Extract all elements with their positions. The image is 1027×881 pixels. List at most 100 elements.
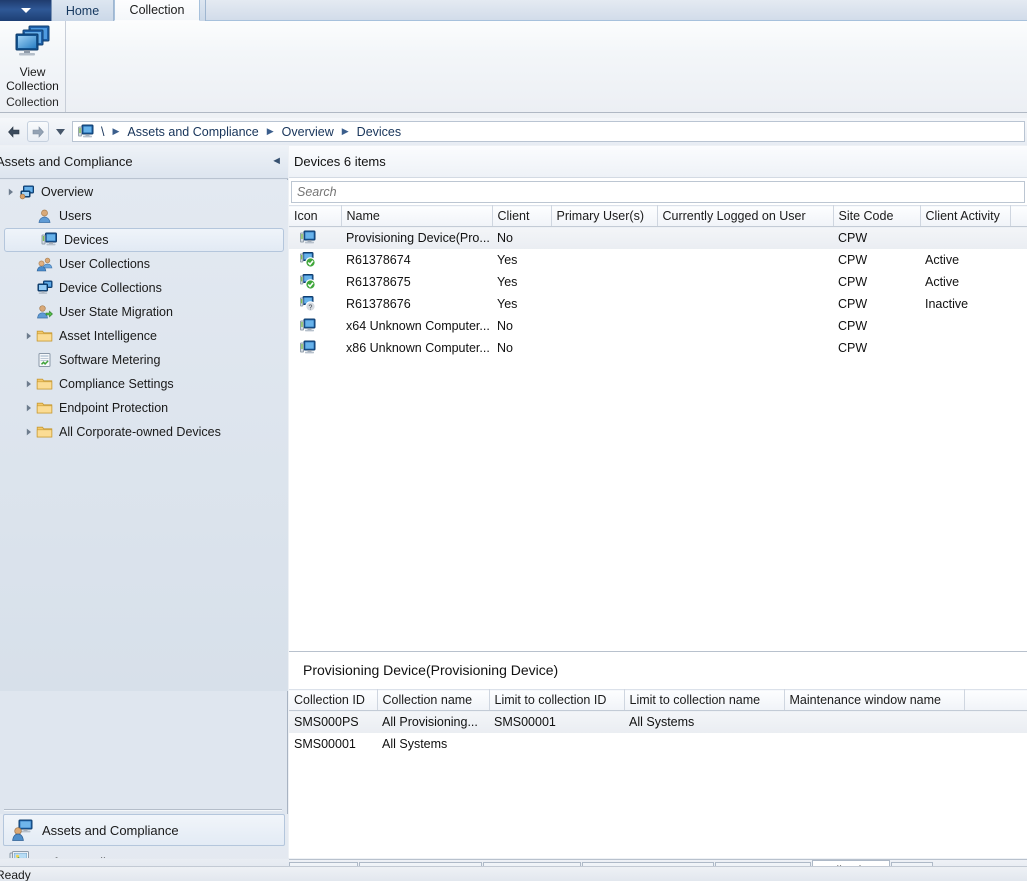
sidebar-tree-item-devices[interactable]: Devices xyxy=(4,228,284,252)
status-bar-text: Ready xyxy=(0,868,31,881)
expand-triangle-icon[interactable] xyxy=(22,332,36,340)
sidebar-divider xyxy=(4,809,282,811)
device-query-icon: ? xyxy=(289,293,341,315)
collections-grid: Collection IDCollection nameLimit to col… xyxy=(289,689,1027,755)
devices-grid-row[interactable]: R61378674YesCPWActive xyxy=(289,249,1027,271)
devices-grid-cell: CPW xyxy=(833,271,920,293)
devices-grid-row[interactable]: x86 Unknown Computer...No CPW xyxy=(289,337,1027,359)
breadcrumb-item-devices[interactable]: Devices xyxy=(354,125,404,139)
search-input[interactable] xyxy=(292,183,1024,201)
breadcrumb[interactable]: \ ▶ Assets and Compliance ▶ Overview ▶ D… xyxy=(72,121,1025,142)
devices-grid-cell: R61378675 xyxy=(341,271,492,293)
devices-grid-cell: CPW xyxy=(833,337,920,359)
sidebar-tree-item-label: Users xyxy=(59,209,92,223)
ribbon-tab-collection[interactable]: Collection xyxy=(114,0,200,21)
arrow-left-icon xyxy=(6,125,22,139)
devices-grid-column-header[interactable]: Client xyxy=(492,206,551,227)
collections-grid-column-header[interactable] xyxy=(964,690,1027,711)
sidebar-tree-item-endpoint-protection[interactable]: Endpoint Protection xyxy=(0,396,288,420)
chevron-right-icon: ▶ xyxy=(112,126,119,137)
devices-grid-cell: CPW xyxy=(833,293,920,315)
application-menu-button[interactable] xyxy=(0,0,52,21)
devices-grid-cell xyxy=(920,315,1010,337)
devices-grid-container: IconNameClientPrimary User(s)Currently L… xyxy=(289,205,1027,359)
sidebar-tree-item-users[interactable]: Users xyxy=(0,204,288,228)
workspace-button-assets-and-compliance[interactable]: Assets and Compliance xyxy=(3,814,285,846)
devices-grid-cell: No xyxy=(492,227,551,249)
devices-grid-cell: R61378676 xyxy=(341,293,492,315)
sidebar-tree-item-label: Endpoint Protection xyxy=(59,401,168,415)
devices-grid-row[interactable]: Provisioning Device(Pro...NoCPW xyxy=(289,227,1027,249)
chevron-left-icon[interactable]: ◄ xyxy=(271,155,282,167)
sidebar-tree-item-asset-intelligence[interactable]: Asset Intelligence xyxy=(0,324,288,348)
expand-triangle-icon[interactable] xyxy=(22,404,36,412)
collections-grid-column-header[interactable]: Collection name xyxy=(377,690,489,711)
collections-grid-cell xyxy=(624,733,784,755)
application-window: Home Collection xyxy=(0,0,1027,881)
search-box[interactable] xyxy=(291,181,1025,203)
devices-grid-cell xyxy=(551,293,657,315)
sidebar-tree-item-compliance-settings[interactable]: Compliance Settings xyxy=(0,372,288,396)
sidebar-tree-item-device-collections[interactable]: Device Collections xyxy=(0,276,288,300)
collections-grid-row[interactable]: SMS00001All Systems xyxy=(289,733,1027,755)
arrow-right-icon xyxy=(30,125,46,139)
devices-grid-cell xyxy=(920,227,1010,249)
device-ok-icon xyxy=(289,249,341,271)
devices-grid-cell: Yes xyxy=(492,293,551,315)
collections-grid-column-header[interactable]: Limit to collection name xyxy=(624,690,784,711)
breadcrumb-root-label[interactable]: \ xyxy=(98,125,107,139)
devices-grid-column-header[interactable]: Client Activity xyxy=(920,206,1010,227)
devices-grid-column-header[interactable]: Name xyxy=(341,206,492,227)
devices-grid-cell: No xyxy=(492,337,551,359)
expand-triangle-icon[interactable] xyxy=(22,428,36,436)
devices-grid-column-header[interactable] xyxy=(1010,206,1027,227)
devices-grid-cell xyxy=(1010,337,1027,359)
devices-grid-cell xyxy=(551,271,657,293)
devices-grid-column-header[interactable]: Site Code xyxy=(833,206,920,227)
sidebar-tree-item-all-corporate-owned-devices[interactable]: All Corporate-owned Devices xyxy=(0,420,288,444)
sidebar-tree-item-label: User Collections xyxy=(59,257,150,271)
view-collection-label-line1: View xyxy=(20,65,46,79)
devices-grid-row[interactable]: x64 Unknown Computer...NoCPW xyxy=(289,315,1027,337)
ribbon-tab-home[interactable]: Home xyxy=(52,0,114,21)
sidebar-tree-item-user-collections[interactable]: User Collections xyxy=(0,252,288,276)
breadcrumb-item-assets-and-compliance[interactable]: Assets and Compliance xyxy=(124,125,261,139)
view-collection-label-line2: Collection xyxy=(6,79,59,93)
view-collection-icon xyxy=(11,23,55,63)
devices-grid-cell: CPW xyxy=(833,249,920,271)
devices-grid-cell: R61378674 xyxy=(341,249,492,271)
ribbon-group-collection: View Collection Collection xyxy=(0,21,66,112)
sidebar-tree-item-user-state-migration[interactable]: User State Migration xyxy=(0,300,288,324)
collections-grid-column-header[interactable]: Maintenance window name xyxy=(784,690,964,711)
devices-grid-row[interactable]: ?R61378676YesCPWInactive xyxy=(289,293,1027,315)
recent-locations-button[interactable] xyxy=(52,121,68,142)
detail-pane: Provisioning Device(Provisioning Device)… xyxy=(289,651,1027,858)
devices-grid-cell xyxy=(1010,227,1027,249)
collections-grid-cell: All Systems xyxy=(377,733,489,755)
svg-text:?: ? xyxy=(309,304,313,311)
collections-grid-column-header[interactable]: Limit to collection ID xyxy=(489,690,624,711)
sidebar-tree-item-overview[interactable]: Overview xyxy=(0,180,288,204)
devices-grid-column-header[interactable]: Currently Logged on User xyxy=(657,206,833,227)
forward-button[interactable] xyxy=(27,121,49,142)
collections-grid-row[interactable]: SMS000PSAll Provisioning...SMS00001All S… xyxy=(289,711,1027,733)
devices-grid-cell: Yes xyxy=(492,271,551,293)
expand-triangle-icon[interactable] xyxy=(4,188,18,196)
devices-grid-column-header[interactable]: Icon xyxy=(289,206,341,227)
breadcrumb-item-overview[interactable]: Overview xyxy=(279,125,337,139)
expand-triangle-icon[interactable] xyxy=(22,380,36,388)
devices-grid-cell xyxy=(657,271,833,293)
view-collection-button[interactable]: View Collection xyxy=(0,23,65,93)
devices-grid-column-header[interactable]: Primary User(s) xyxy=(551,206,657,227)
devices-icon xyxy=(41,232,59,248)
devices-grid-cell: x86 Unknown Computer... xyxy=(341,337,492,359)
devices-grid-row[interactable]: R61378675YesCPWActive xyxy=(289,271,1027,293)
devices-grid-cell: x64 Unknown Computer... xyxy=(341,315,492,337)
sidebar-tree-item-software-metering[interactable]: Software Metering xyxy=(0,348,288,372)
folder-icon xyxy=(36,424,54,440)
metering-icon xyxy=(36,352,54,368)
user-migration-icon xyxy=(36,304,54,320)
collections-grid-column-header[interactable]: Collection ID xyxy=(289,690,377,711)
back-button[interactable] xyxy=(3,121,25,142)
sidebar-tree-item-label: Software Metering xyxy=(59,353,160,367)
